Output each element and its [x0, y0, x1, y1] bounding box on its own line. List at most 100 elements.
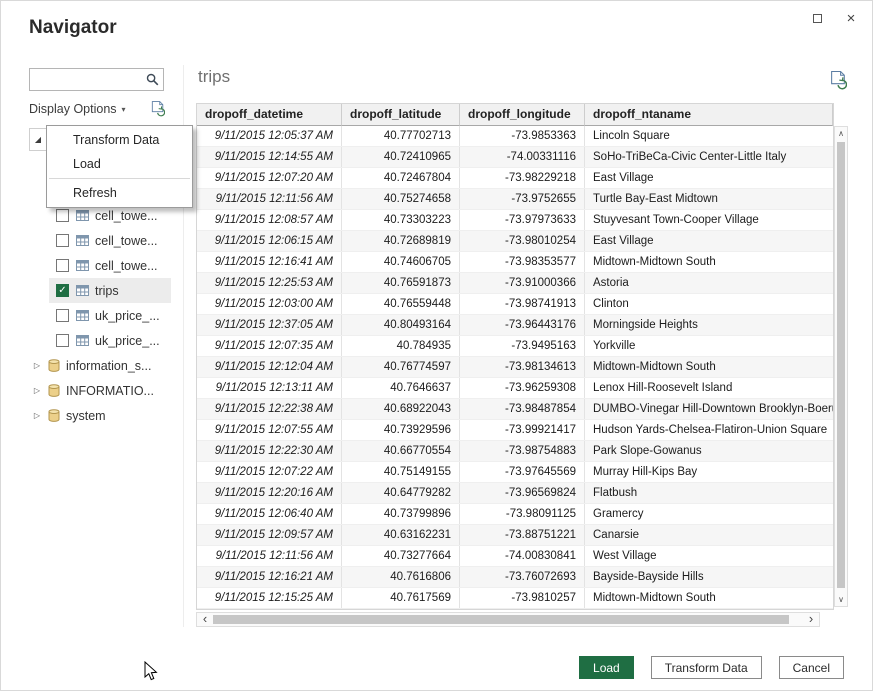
- table-row: 9/11/2015 12:07:55 AM40.73929596-73.9992…: [197, 420, 833, 441]
- database-icon: [48, 409, 60, 422]
- horizontal-scrollbar-thumb[interactable]: [213, 615, 789, 624]
- close-icon: ×: [847, 10, 856, 27]
- display-options-dropdown[interactable]: Display Options ▾: [29, 100, 165, 117]
- table-icon: [76, 235, 89, 246]
- tree-item-information-s[interactable]: ▷information_s...: [29, 353, 171, 378]
- table-cell: 9/11/2015 12:22:30 AM: [197, 441, 342, 461]
- table-cell: 40.72689819: [342, 231, 460, 251]
- column-header-dropoff-datetime: dropoff_datetime: [197, 104, 342, 126]
- table-cell: 40.7617569: [342, 588, 460, 608]
- table-row: 9/11/2015 12:11:56 AM40.75274658-73.9752…: [197, 189, 833, 210]
- table-cell: Midtown-Midtown South: [585, 252, 833, 272]
- scroll-up-icon[interactable]: ∧: [835, 129, 847, 138]
- search-box[interactable]: [29, 68, 164, 91]
- table-cell: Lenox Hill-Roosevelt Island: [585, 378, 833, 398]
- table-cell: Midtown-Midtown South: [585, 588, 833, 608]
- table-cell: Park Slope-Gowanus: [585, 441, 833, 461]
- table-cell: 9/11/2015 12:16:41 AM: [197, 252, 342, 272]
- table-cell: 40.80493164: [342, 315, 460, 335]
- table-cell: 40.77702713: [342, 126, 460, 146]
- transform-data-button[interactable]: Transform Data: [651, 656, 762, 679]
- table-cell: 40.75274658: [342, 189, 460, 209]
- table-cell: 40.73303223: [342, 210, 460, 230]
- table-row: 9/11/2015 12:16:21 AM40.7616806-73.76072…: [197, 567, 833, 588]
- column-header-dropoff-longitude: dropoff_longitude: [460, 104, 585, 126]
- refresh-icon[interactable]: [151, 101, 165, 117]
- table-icon: [76, 210, 89, 221]
- chevron-right-icon[interactable]: ▷: [31, 411, 43, 420]
- menu-item-refresh[interactable]: Refresh: [47, 181, 192, 205]
- table-icon: [76, 260, 89, 271]
- scroll-left-icon[interactable]: ‹: [198, 613, 212, 626]
- table-cell: 40.63162231: [342, 525, 460, 545]
- table-row: 9/11/2015 12:08:57 AM40.73303223-73.9797…: [197, 210, 833, 231]
- scroll-right-icon[interactable]: ›: [804, 613, 818, 626]
- table-cell: 9/11/2015 12:15:25 AM: [197, 588, 342, 608]
- table-cell: 9/11/2015 12:03:00 AM: [197, 294, 342, 314]
- search-icon[interactable]: [141, 73, 163, 86]
- tree-item-trips[interactable]: ✓trips: [49, 278, 171, 303]
- tree-item-informatio[interactable]: ▷ INFORMATIO...: [29, 378, 171, 403]
- load-button[interactable]: Load: [579, 656, 634, 679]
- table-cell: 40.66770554: [342, 441, 460, 461]
- table-cell: 9/11/2015 12:09:57 AM: [197, 525, 342, 545]
- mouse-cursor: [144, 661, 159, 687]
- tree-item-cell-towe[interactable]: cell_towe...: [49, 253, 171, 278]
- table-cell: 40.64779282: [342, 483, 460, 503]
- menu-separator: [49, 178, 190, 179]
- table-cell: -73.98229218: [460, 168, 585, 188]
- tree-item-cell-towe[interactable]: cell_towe...: [49, 228, 171, 253]
- horizontal-scrollbar[interactable]: ‹ ›: [196, 612, 820, 627]
- table-cell: 9/11/2015 12:22:38 AM: [197, 399, 342, 419]
- table-cell: 9/11/2015 12:05:37 AM: [197, 126, 342, 146]
- chevron-right-icon[interactable]: ▷: [31, 361, 43, 370]
- checkbox[interactable]: [56, 259, 69, 272]
- tree-item-uk-price[interactable]: uk_price_...: [49, 328, 171, 353]
- table-cell: East Village: [585, 168, 833, 188]
- chevron-right-icon[interactable]: ▷: [31, 386, 43, 395]
- table-cell: -73.9810257: [460, 588, 585, 608]
- vertical-scrollbar[interactable]: ∧ ∨: [834, 126, 848, 607]
- context-menu: Transform Data Load Refresh: [46, 125, 193, 208]
- checkbox[interactable]: [56, 234, 69, 247]
- maximize-button[interactable]: [808, 9, 826, 27]
- checked-checkbox[interactable]: ✓: [56, 284, 69, 297]
- table-cell: 9/11/2015 12:07:22 AM: [197, 462, 342, 482]
- checkbox[interactable]: [56, 309, 69, 322]
- navigation-tree: cell_towe...cell_towe...cell_towe...✓tri…: [29, 203, 171, 428]
- table-body: 9/11/2015 12:05:37 AM40.77702713-73.9853…: [197, 126, 833, 609]
- table-row: 9/11/2015 12:14:55 AM40.72410965-74.0033…: [197, 147, 833, 168]
- tree-item-system[interactable]: ▷system: [29, 403, 171, 428]
- menu-item-load[interactable]: Load: [47, 152, 192, 176]
- vertical-scrollbar-thumb[interactable]: [837, 142, 845, 588]
- dialog-title: Navigator: [29, 17, 117, 39]
- table-cell: -73.98754883: [460, 441, 585, 461]
- scroll-down-icon[interactable]: ∨: [835, 595, 847, 604]
- refresh-preview-icon[interactable]: [830, 71, 847, 90]
- table-cell: -73.88751221: [460, 525, 585, 545]
- chevron-down-icon: ▾: [122, 105, 126, 114]
- table-cell: Murray Hill-Kips Bay: [585, 462, 833, 482]
- table-cell: 40.76774597: [342, 357, 460, 377]
- table-cell: Morningside Heights: [585, 315, 833, 335]
- table-icon: [76, 335, 89, 346]
- checkbox[interactable]: [56, 334, 69, 347]
- table-cell: 40.72467804: [342, 168, 460, 188]
- maximize-icon: [813, 14, 822, 23]
- tree-expander-partial[interactable]: ◢: [29, 128, 46, 151]
- table-cell: 40.74606705: [342, 252, 460, 272]
- search-input[interactable]: [30, 69, 141, 90]
- checkbox[interactable]: [56, 209, 69, 222]
- tree-item-uk-price[interactable]: uk_price_...: [49, 303, 171, 328]
- table-cell: Hudson Yards-Chelsea-Flatiron-Union Squa…: [585, 420, 833, 440]
- menu-item-transform-data[interactable]: Transform Data: [47, 128, 192, 152]
- tree-item-label: INFORMATIO...: [66, 384, 154, 398]
- table-cell: Clinton: [585, 294, 833, 314]
- table-cell: -74.00830841: [460, 546, 585, 566]
- tree-item-label: cell_towe...: [95, 209, 158, 223]
- close-button[interactable]: ×: [842, 9, 860, 27]
- table-cell: Yorkville: [585, 336, 833, 356]
- cancel-button[interactable]: Cancel: [779, 656, 844, 679]
- table-row: 9/11/2015 12:25:53 AM40.76591873-73.9100…: [197, 273, 833, 294]
- table-cell: 40.76559448: [342, 294, 460, 314]
